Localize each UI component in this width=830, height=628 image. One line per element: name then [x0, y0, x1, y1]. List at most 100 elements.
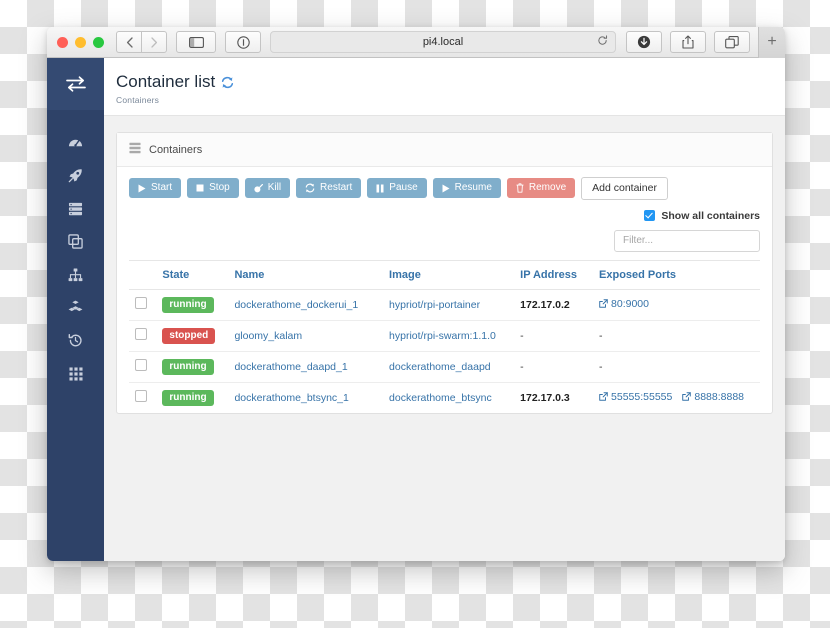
status-badge: stopped [162, 327, 216, 344]
table-row: stopped gloomy_kalam hypriot/rpi-swarm:1.1… [129, 320, 760, 352]
filter-input[interactable]: Filter... [614, 229, 760, 252]
restart-icon [305, 183, 315, 193]
row-checkbox[interactable] [135, 390, 147, 402]
row-checkbox[interactable] [135, 297, 147, 309]
sitemap-icon [68, 268, 83, 281]
minimize-window-button[interactable] [75, 36, 86, 48]
dashboard-icon [68, 139, 83, 147]
container-name-link[interactable]: dockerathome_daapd_1 [234, 361, 347, 373]
table-header-row: State Name Image IP Address Exposed Port… [129, 259, 760, 290]
show-all-checkbox[interactable] [644, 210, 656, 221]
exposed-ports-cell: 80:9000 [593, 289, 760, 321]
image-cell: dockerathome_btsync [383, 382, 514, 413]
sidebar-item-networks[interactable] [47, 258, 104, 291]
server-icon [68, 202, 83, 215]
exposed-port-link[interactable]: 80:9000 [599, 298, 649, 310]
tab-overview-button[interactable] [714, 31, 750, 53]
sidebar-item-docker[interactable] [47, 357, 104, 390]
downloads-button[interactable] [626, 31, 662, 53]
sidebar-item-images[interactable] [47, 225, 104, 258]
chevron-left-icon [126, 36, 133, 48]
exposed-port-link[interactable]: 55555:55555 [599, 391, 672, 403]
maximize-window-button[interactable] [93, 36, 104, 48]
image-link[interactable]: dockerathome_daapd [389, 361, 491, 373]
table-row: running dockerathome_daapd_1 dockerathome_… [129, 351, 760, 383]
state-cell: running [156, 289, 229, 321]
address-bar[interactable]: pi4.local [270, 31, 616, 53]
refresh-button[interactable] [221, 76, 234, 89]
column-ip-address[interactable]: IP Address [514, 259, 594, 290]
exposed-ports-cell: - [593, 351, 760, 383]
show-all-containers-toggle[interactable]: Show all containers [644, 210, 760, 222]
image-link[interactable]: dockerathome_btsync [389, 392, 492, 404]
remove-button[interactable]: Remove [506, 178, 576, 199]
exchange-arrows-icon [65, 76, 86, 92]
reload-button[interactable] [597, 33, 608, 51]
reader-info-icon [236, 35, 250, 49]
panel-wrapper: Containers Start Stop Kill Restart Pause… [104, 116, 785, 414]
row-checkbox[interactable] [135, 328, 147, 340]
trash-icon [516, 183, 524, 193]
exposed-ports-cell: - [593, 320, 760, 352]
state-cell: running [156, 351, 229, 383]
image-link[interactable]: hypriot/rpi-swarm:1.1.0 [389, 330, 496, 342]
app-body: Container list Containers Containers Sta… [47, 58, 785, 561]
external-link-icon [682, 392, 692, 402]
ip-address-cell: - [514, 320, 594, 352]
column-name[interactable]: Name [228, 259, 384, 290]
sidebar-brand[interactable] [47, 58, 104, 110]
kill-icon [254, 183, 263, 193]
stop-button-label: Stop [209, 182, 230, 194]
pause-button[interactable]: Pause [367, 178, 427, 199]
forward-button[interactable] [141, 31, 167, 53]
image-cell: dockerathome_daapd [383, 351, 515, 383]
toolbar-right-buttons [626, 31, 758, 53]
share-button[interactable] [670, 31, 706, 53]
ip-address-cell: 172.17.0.2 [514, 289, 594, 321]
chevron-right-icon [150, 36, 157, 48]
row-select-cell [129, 382, 156, 413]
add-container-button[interactable]: Add container [581, 177, 668, 200]
column-state[interactable]: State [156, 259, 229, 290]
container-name-link[interactable]: gloomy_kalam [234, 330, 302, 342]
restart-button-label: Restart [320, 182, 353, 194]
browser-toolbar: pi4.local + [47, 27, 785, 58]
row-checkbox[interactable] [135, 359, 147, 371]
column-select-all[interactable] [129, 259, 157, 290]
resume-button[interactable]: Resume [432, 178, 501, 199]
image-link[interactable]: hypriot/rpi-portainer [389, 299, 480, 311]
sidebar-item-templates[interactable] [47, 159, 104, 192]
page-title-text: Container list [116, 72, 216, 91]
close-window-button[interactable] [57, 36, 68, 48]
sidebar-item-dashboard[interactable] [47, 126, 104, 159]
grid-icon [68, 366, 83, 381]
resume-button-label: Resume [454, 182, 492, 194]
back-button[interactable] [116, 31, 141, 53]
containers-panel: Containers Start Stop Kill Restart Pause… [116, 132, 773, 414]
name-cell: dockerathome_btsync_1 [228, 382, 383, 413]
column-image[interactable]: Image [383, 259, 515, 290]
container-name-link[interactable]: dockerathome_btsync_1 [234, 392, 348, 404]
sidebar-item-containers[interactable] [47, 192, 104, 225]
name-cell: gloomy_kalam [228, 320, 384, 352]
new-tab-button[interactable]: + [758, 27, 785, 58]
restart-button[interactable]: Restart [296, 178, 362, 199]
navigation-buttons [116, 31, 167, 53]
filter-placeholder: Filter... [623, 235, 654, 246]
start-button[interactable]: Start [129, 178, 182, 199]
action-toolbar: Start Stop Kill Restart Pause Resume Rem… [129, 177, 760, 200]
stop-button[interactable]: Stop [187, 178, 239, 199]
page-subtitle: Containers [116, 95, 160, 105]
container-name-link[interactable]: dockerathome_dockerui_1 [234, 299, 358, 311]
column-exposed-ports[interactable]: Exposed Ports [593, 259, 760, 290]
sidebar-toggle-button[interactable] [176, 31, 216, 53]
name-cell: dockerathome_dockerui_1 [228, 289, 384, 321]
row-select-cell [129, 320, 157, 352]
exposed-port-link[interactable]: 8888:8888 [682, 391, 744, 403]
containers-table: State Name Image IP Address Exposed Port… [129, 259, 760, 413]
sidebar-item-events[interactable] [47, 324, 104, 357]
sidebar-item-volumes[interactable] [47, 291, 104, 324]
new-tab-label: + [767, 33, 777, 50]
kill-button[interactable]: Kill [244, 178, 291, 199]
reader-info-button[interactable] [225, 31, 261, 53]
